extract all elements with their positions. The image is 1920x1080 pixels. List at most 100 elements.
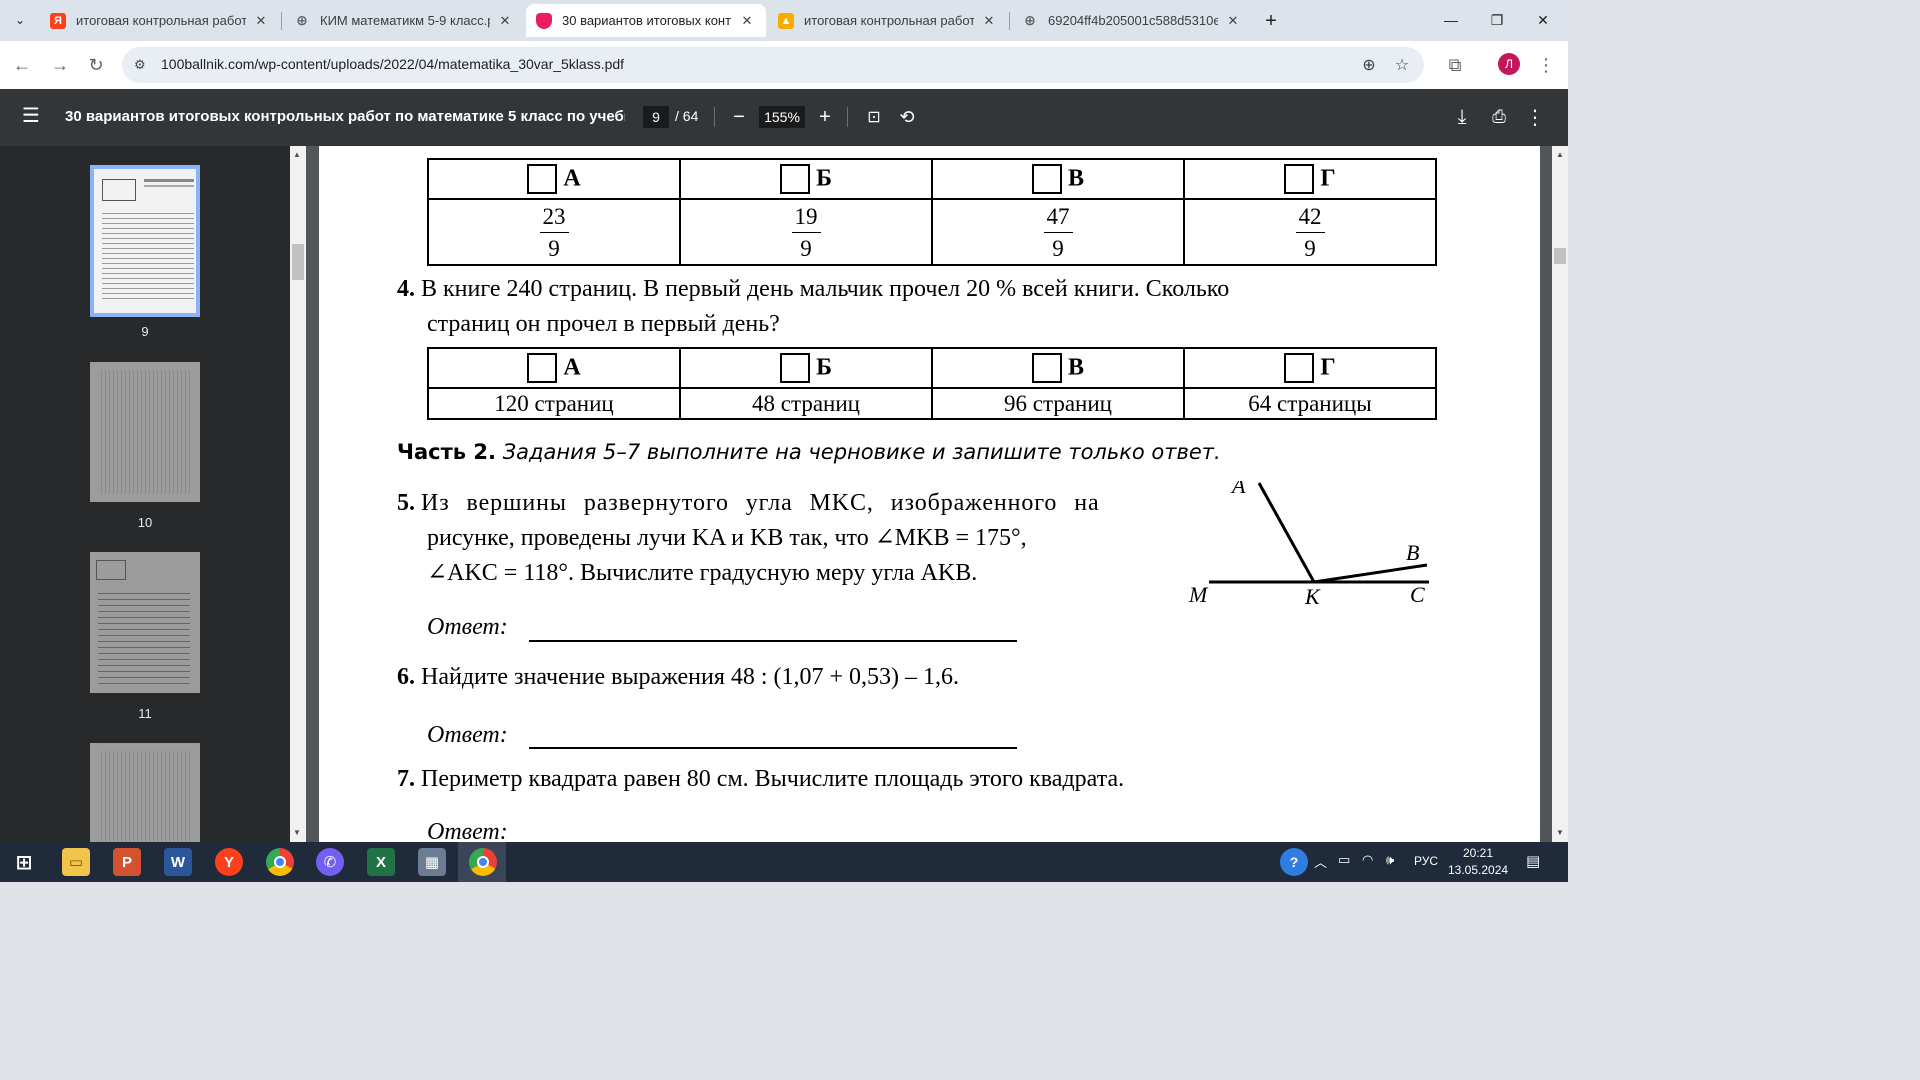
bookmark-star-icon[interactable]: ☆ [1392, 55, 1412, 75]
close-icon[interactable]: ✕ [980, 12, 998, 30]
checkbox[interactable] [1284, 353, 1315, 383]
document-title: 30 вариантов итоговых контрольных работ … [65, 108, 625, 125]
label-k: K [1304, 584, 1321, 609]
checkbox[interactable] [1284, 164, 1315, 194]
sidebar-scrollbar[interactable]: ▲ ▼ [290, 146, 306, 842]
back-button[interactable]: ← [8, 51, 36, 79]
close-icon[interactable]: ✕ [496, 12, 514, 30]
answer-cell: 96 страниц [931, 387, 1185, 420]
browser-tab-2[interactable]: ⊕ КИМ математикм 5-9 класс.pdf ✕ [284, 4, 524, 37]
more-actions-icon[interactable]: ⋮ [1522, 104, 1548, 130]
browser-tab-4[interactable]: ▲ итоговая контрольная работа ✕ [768, 4, 1008, 37]
forward-button[interactable]: → [46, 51, 74, 79]
option-cell[interactable]: В [931, 347, 1185, 389]
viber-icon[interactable]: ✆ [316, 848, 344, 876]
task-5: 5. Из вершины развернутого угла MKC, изо… [397, 490, 1100, 586]
browser-menu-icon[interactable]: ⋮ [1532, 51, 1560, 79]
wifi-icon[interactable]: ◠ [1362, 852, 1373, 868]
label-c: C [1410, 582, 1425, 607]
zoom-icon[interactable]: ⊕ [1359, 55, 1379, 75]
option-cell[interactable]: Б [679, 158, 933, 200]
checkbox[interactable] [780, 353, 811, 383]
new-tab-button[interactable]: + [1258, 8, 1284, 34]
checkbox[interactable] [527, 353, 558, 383]
volume-icon[interactable]: 🕪 [1386, 852, 1394, 868]
answer-field[interactable] [529, 747, 1017, 749]
fit-page-icon[interactable]: ⊡ [861, 104, 887, 130]
close-icon[interactable]: ✕ [738, 12, 756, 30]
zoom-input[interactable]: 155% [759, 106, 805, 128]
checkbox[interactable] [1031, 353, 1062, 383]
checkbox[interactable] [780, 164, 811, 194]
answer-label: Ответ: [427, 722, 508, 748]
tab-title: КИМ математикм 5-9 класс.pdf [320, 13, 490, 28]
thumbnail-label: 11 [138, 706, 152, 721]
page-thumbnail-9[interactable] [90, 165, 200, 317]
checkbox[interactable] [527, 164, 558, 194]
pdf-toolbar: ☰ 30 вариантов итоговых контрольных рабо… [0, 89, 1568, 146]
windows-start-icon[interactable]: ⊞ [10, 848, 38, 876]
excel-icon[interactable]: X [367, 848, 395, 876]
fraction-cell: 19 9 [679, 198, 933, 266]
address-bar[interactable]: ⚙ 100ballnik.com/wp-content/uploads/2022… [122, 47, 1424, 83]
chrome-icon[interactable] [266, 848, 294, 876]
clock-date: 13.05.2024 [1448, 863, 1509, 877]
word-icon[interactable]: W [164, 848, 192, 876]
sidebar-menu-icon[interactable]: ☰ [22, 106, 42, 127]
page-thumbnail-11[interactable] [90, 552, 200, 693]
clock[interactable]: 20:21 13.05.2024 [1448, 845, 1508, 879]
tray-arrow-icon[interactable]: ︿ [1314, 852, 1327, 871]
calculator-icon[interactable]: ▦ [418, 848, 446, 876]
option-cell[interactable]: В [931, 158, 1185, 200]
part2-heading: Часть 2. Задания 5–7 выполните на чернов… [397, 440, 1221, 464]
download-icon[interactable]: ⤓ [1449, 104, 1475, 130]
close-window-button[interactable]: ✕ [1520, 0, 1566, 40]
label-b: B [1406, 540, 1419, 565]
file-explorer-icon[interactable]: ▭ [62, 848, 90, 876]
profile-avatar[interactable]: Л [1498, 53, 1520, 75]
extensions-icon[interactable]: ⧉ [1441, 51, 1469, 79]
battery-icon[interactable]: ▭ [1338, 852, 1350, 868]
language-indicator[interactable]: РУС [1414, 854, 1438, 868]
url-text[interactable]: 100ballnik.com/wp-content/uploads/2022/0… [161, 56, 624, 72]
rotate-icon[interactable]: ⟲ [894, 104, 920, 130]
answer-label: Ответ: [427, 614, 508, 640]
minimize-button[interactable]: — [1428, 0, 1474, 40]
answer-field[interactable] [529, 640, 1017, 642]
document-scrollbar[interactable]: ▲ ▼ [1552, 146, 1568, 842]
site-info-icon[interactable]: ⚙ [134, 57, 150, 73]
browser-tab-1[interactable]: Я итоговая контрольная работа ✕ [40, 4, 280, 37]
close-icon[interactable]: ✕ [1224, 12, 1242, 30]
presentation-icon[interactable]: P [113, 848, 141, 876]
checkbox[interactable] [1031, 164, 1062, 194]
option-cell[interactable]: Б [679, 347, 933, 389]
option-cell[interactable]: А [427, 347, 681, 389]
tab-title: 30 вариантов итоговых контр [562, 13, 732, 28]
notification-icon[interactable]: ▤ [1526, 852, 1540, 870]
fraction-cell: 42 9 [1183, 198, 1437, 266]
label-m: M [1188, 582, 1209, 607]
clock-time: 20:21 [1462, 846, 1494, 860]
option-cell[interactable]: А [427, 158, 681, 200]
tab-title: 69204ff4b205001c588d5310eb [1048, 13, 1218, 28]
page-number-input[interactable]: 9 [643, 106, 669, 128]
option-cell[interactable]: Г [1183, 347, 1437, 389]
thumbnail-sidebar: 9 10 11 [0, 146, 290, 863]
restore-button[interactable]: ❐ [1474, 0, 1520, 40]
close-icon[interactable]: ✕ [252, 12, 270, 30]
reload-button[interactable]: ↻ [82, 51, 110, 79]
task-6: 6. Найдите значение выражения 48 : (1,07… [397, 664, 960, 690]
tab-search-button[interactable]: ⌄ [6, 8, 34, 32]
page-thumbnail-10[interactable] [90, 362, 200, 502]
browser-tab-3[interactable]: 30 вариантов итоговых контр ✕ [526, 4, 766, 37]
help-icon[interactable]: ? [1280, 848, 1308, 876]
yandex-browser-icon[interactable]: Y [215, 848, 243, 876]
print-icon[interactable]: ⎙ [1486, 104, 1512, 130]
zoom-out-button[interactable]: − [726, 104, 752, 130]
pdf-icon [536, 12, 552, 29]
document-viewer: А Б В Г 23 9 19 9 47 9 42 9 4. В книге 240 с… [306, 146, 1552, 842]
chrome-profile-icon[interactable] [469, 848, 497, 876]
zoom-in-button[interactable]: + [812, 104, 838, 130]
browser-tab-5[interactable]: ⊕ 69204ff4b205001c588d5310eb ✕ [1012, 4, 1252, 37]
option-cell[interactable]: Г [1183, 158, 1437, 200]
